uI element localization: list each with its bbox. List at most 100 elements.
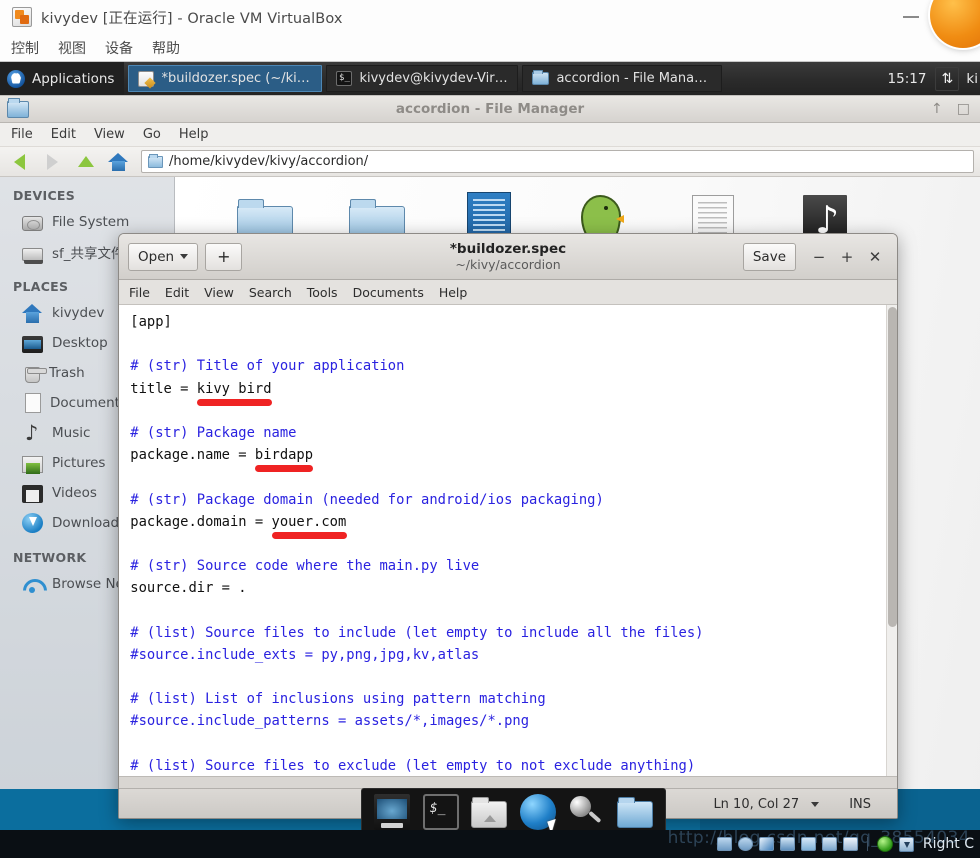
gedit-menu-view[interactable]: View: [204, 285, 234, 300]
open-button[interactable]: Open: [128, 242, 199, 271]
optical-disk-icon[interactable]: [737, 837, 753, 851]
trash-icon: [25, 367, 47, 383]
screen-root: kivydev [正在运行] - Oracle VM VirtualBox 控制…: [0, 0, 980, 858]
new-tab-button[interactable]: +: [205, 242, 243, 271]
panel-clock[interactable]: 15:17: [879, 71, 936, 87]
gedit-menu-tools[interactable]: Tools: [307, 285, 338, 300]
code-line: [app]: [122, 314, 172, 330]
web-browser-icon[interactable]: [519, 793, 560, 834]
path-text: /home/kivydev/kivy/accordion/: [169, 154, 369, 169]
show-desktop-icon[interactable]: [374, 793, 411, 830]
gedit-headerbar: Open + *buildozer.spec ~/kivy/accordion …: [119, 234, 897, 280]
forward-arrow-icon[interactable]: [39, 150, 66, 174]
fm-menu-view[interactable]: View: [94, 127, 125, 142]
task-button-terminal[interactable]: $_ kivydev@kivydev-Virtu...: [326, 65, 519, 92]
sidebar-item-label: Documents: [50, 395, 127, 411]
recording-icon[interactable]: [842, 837, 858, 851]
gedit-menu-file[interactable]: File: [129, 285, 150, 300]
new-label: +: [217, 247, 231, 266]
home-icon: [22, 303, 43, 324]
folder-icon[interactable]: [616, 797, 653, 828]
gedit-menu-documents[interactable]: Documents: [353, 285, 424, 300]
virtualbox-statusbar: http://blog.csdn.net/qq_38554034 Right C: [0, 830, 980, 858]
drive-icon: [22, 247, 43, 264]
network-icon: [22, 574, 43, 595]
folder-icon: [148, 153, 163, 168]
usb-icon[interactable]: [758, 837, 774, 851]
sidebar-item-label: Downloads: [52, 515, 127, 531]
path-input[interactable]: /home/kivydev/kivy/accordion/: [141, 150, 974, 173]
back-arrow-icon[interactable]: [6, 150, 33, 174]
terminal-icon[interactable]: [422, 793, 459, 830]
save-button[interactable]: Save: [742, 242, 796, 271]
minimize-button[interactable]: [888, 0, 934, 34]
gedit-header-right: Save − + ✕: [742, 242, 888, 271]
applications-label: Applications: [32, 70, 115, 87]
home-icon[interactable]: [105, 150, 132, 174]
code-line: #source.include_exts = py,png,jpg,kv,atl…: [122, 646, 480, 663]
harddisk-icon: [22, 216, 43, 231]
vertical-scrollbar[interactable]: [886, 305, 897, 776]
pictures-icon: [22, 456, 43, 474]
desktop-icon: [22, 335, 43, 353]
task-button-filemanager[interactable]: accordion - File Manager: [522, 65, 723, 92]
code-line: package.name = birdapp: [122, 447, 314, 464]
horizontal-scrollbar[interactable]: [119, 776, 897, 788]
downloads-icon: [22, 513, 43, 533]
code-line: # (str) Title of your application: [122, 358, 405, 375]
file-manager-title: accordion - File Manager: [395, 101, 585, 117]
gedit-minimize-button[interactable]: −: [806, 243, 832, 271]
gedit-menu-edit[interactable]: Edit: [165, 285, 189, 300]
up-arrow-icon[interactable]: [72, 150, 99, 174]
applications-menu-button[interactable]: Applications: [0, 62, 125, 95]
search-icon[interactable]: [568, 794, 604, 830]
fm-menu-help[interactable]: Help: [179, 127, 209, 142]
menu-view[interactable]: 视图: [58, 38, 86, 58]
menu-devices[interactable]: 设备: [105, 38, 133, 58]
gedit-menu-search[interactable]: Search: [249, 285, 292, 300]
network-icon[interactable]: [779, 837, 795, 851]
file-manager-menubar: File Edit View Go Help: [0, 123, 980, 147]
videos-icon: [22, 485, 43, 503]
document-icon: [25, 393, 41, 413]
sidebar-item-label: Trash: [49, 365, 85, 381]
xfce-mouse-icon: [7, 69, 25, 88]
code-line: # (str) Source code where the main.py li…: [122, 558, 480, 575]
shared-folders-icon[interactable]: [800, 837, 816, 851]
sidebar-item-label: Videos: [52, 485, 97, 501]
code-line: # (list) List of inclusions using patter…: [122, 691, 546, 708]
panel-right-area: 15:17 ⇅ ki: [879, 62, 980, 95]
menu-help[interactable]: 帮助: [152, 38, 180, 58]
annotation-underline: [196, 398, 272, 406]
gedit-menu-help[interactable]: Help: [439, 285, 468, 300]
gedit-close-button[interactable]: ✕: [862, 243, 888, 271]
menu-control[interactable]: 控制: [11, 38, 39, 58]
code-editor-area[interactable]: [app] # (str) Title of your application …: [119, 305, 897, 776]
code-line: # (list) Source files to exclude (let em…: [122, 757, 696, 774]
save-label: Save: [752, 248, 786, 265]
vm-status-icon[interactable]: [876, 836, 893, 852]
virtualbox-window-chrome: kivydev [正在运行] - Oracle VM VirtualBox 控制…: [0, 0, 980, 62]
task-button-gedit[interactable]: *buildozer.spec (~/kivy/...: [128, 65, 323, 92]
virtualbox-tray: Right C: [716, 836, 974, 852]
host-key-icon[interactable]: [898, 836, 914, 852]
harddisk-icon[interactable]: [716, 837, 732, 851]
network-up-down-icon[interactable]: ⇅: [935, 66, 960, 91]
chevron-down-icon[interactable]: [811, 802, 820, 807]
display-icon[interactable]: [821, 837, 837, 851]
file-manager-home-icon[interactable]: [471, 797, 508, 828]
gedit-icon: [138, 70, 155, 87]
panel-tail-text: ki: [966, 70, 978, 87]
insert-mode: INS: [849, 797, 871, 812]
fm-menu-file[interactable]: File: [11, 127, 33, 142]
annotation-underline: [271, 532, 347, 539]
open-label: Open: [138, 248, 175, 265]
virtualbox-titlebar: kivydev [正在运行] - Oracle VM VirtualBox: [0, 0, 980, 48]
gedit-maximize-button[interactable]: +: [834, 243, 860, 271]
fm-menu-go[interactable]: Go: [143, 127, 161, 142]
cursor-position: Ln 10, Col 27: [713, 797, 800, 812]
fm-menu-edit[interactable]: Edit: [51, 127, 76, 142]
